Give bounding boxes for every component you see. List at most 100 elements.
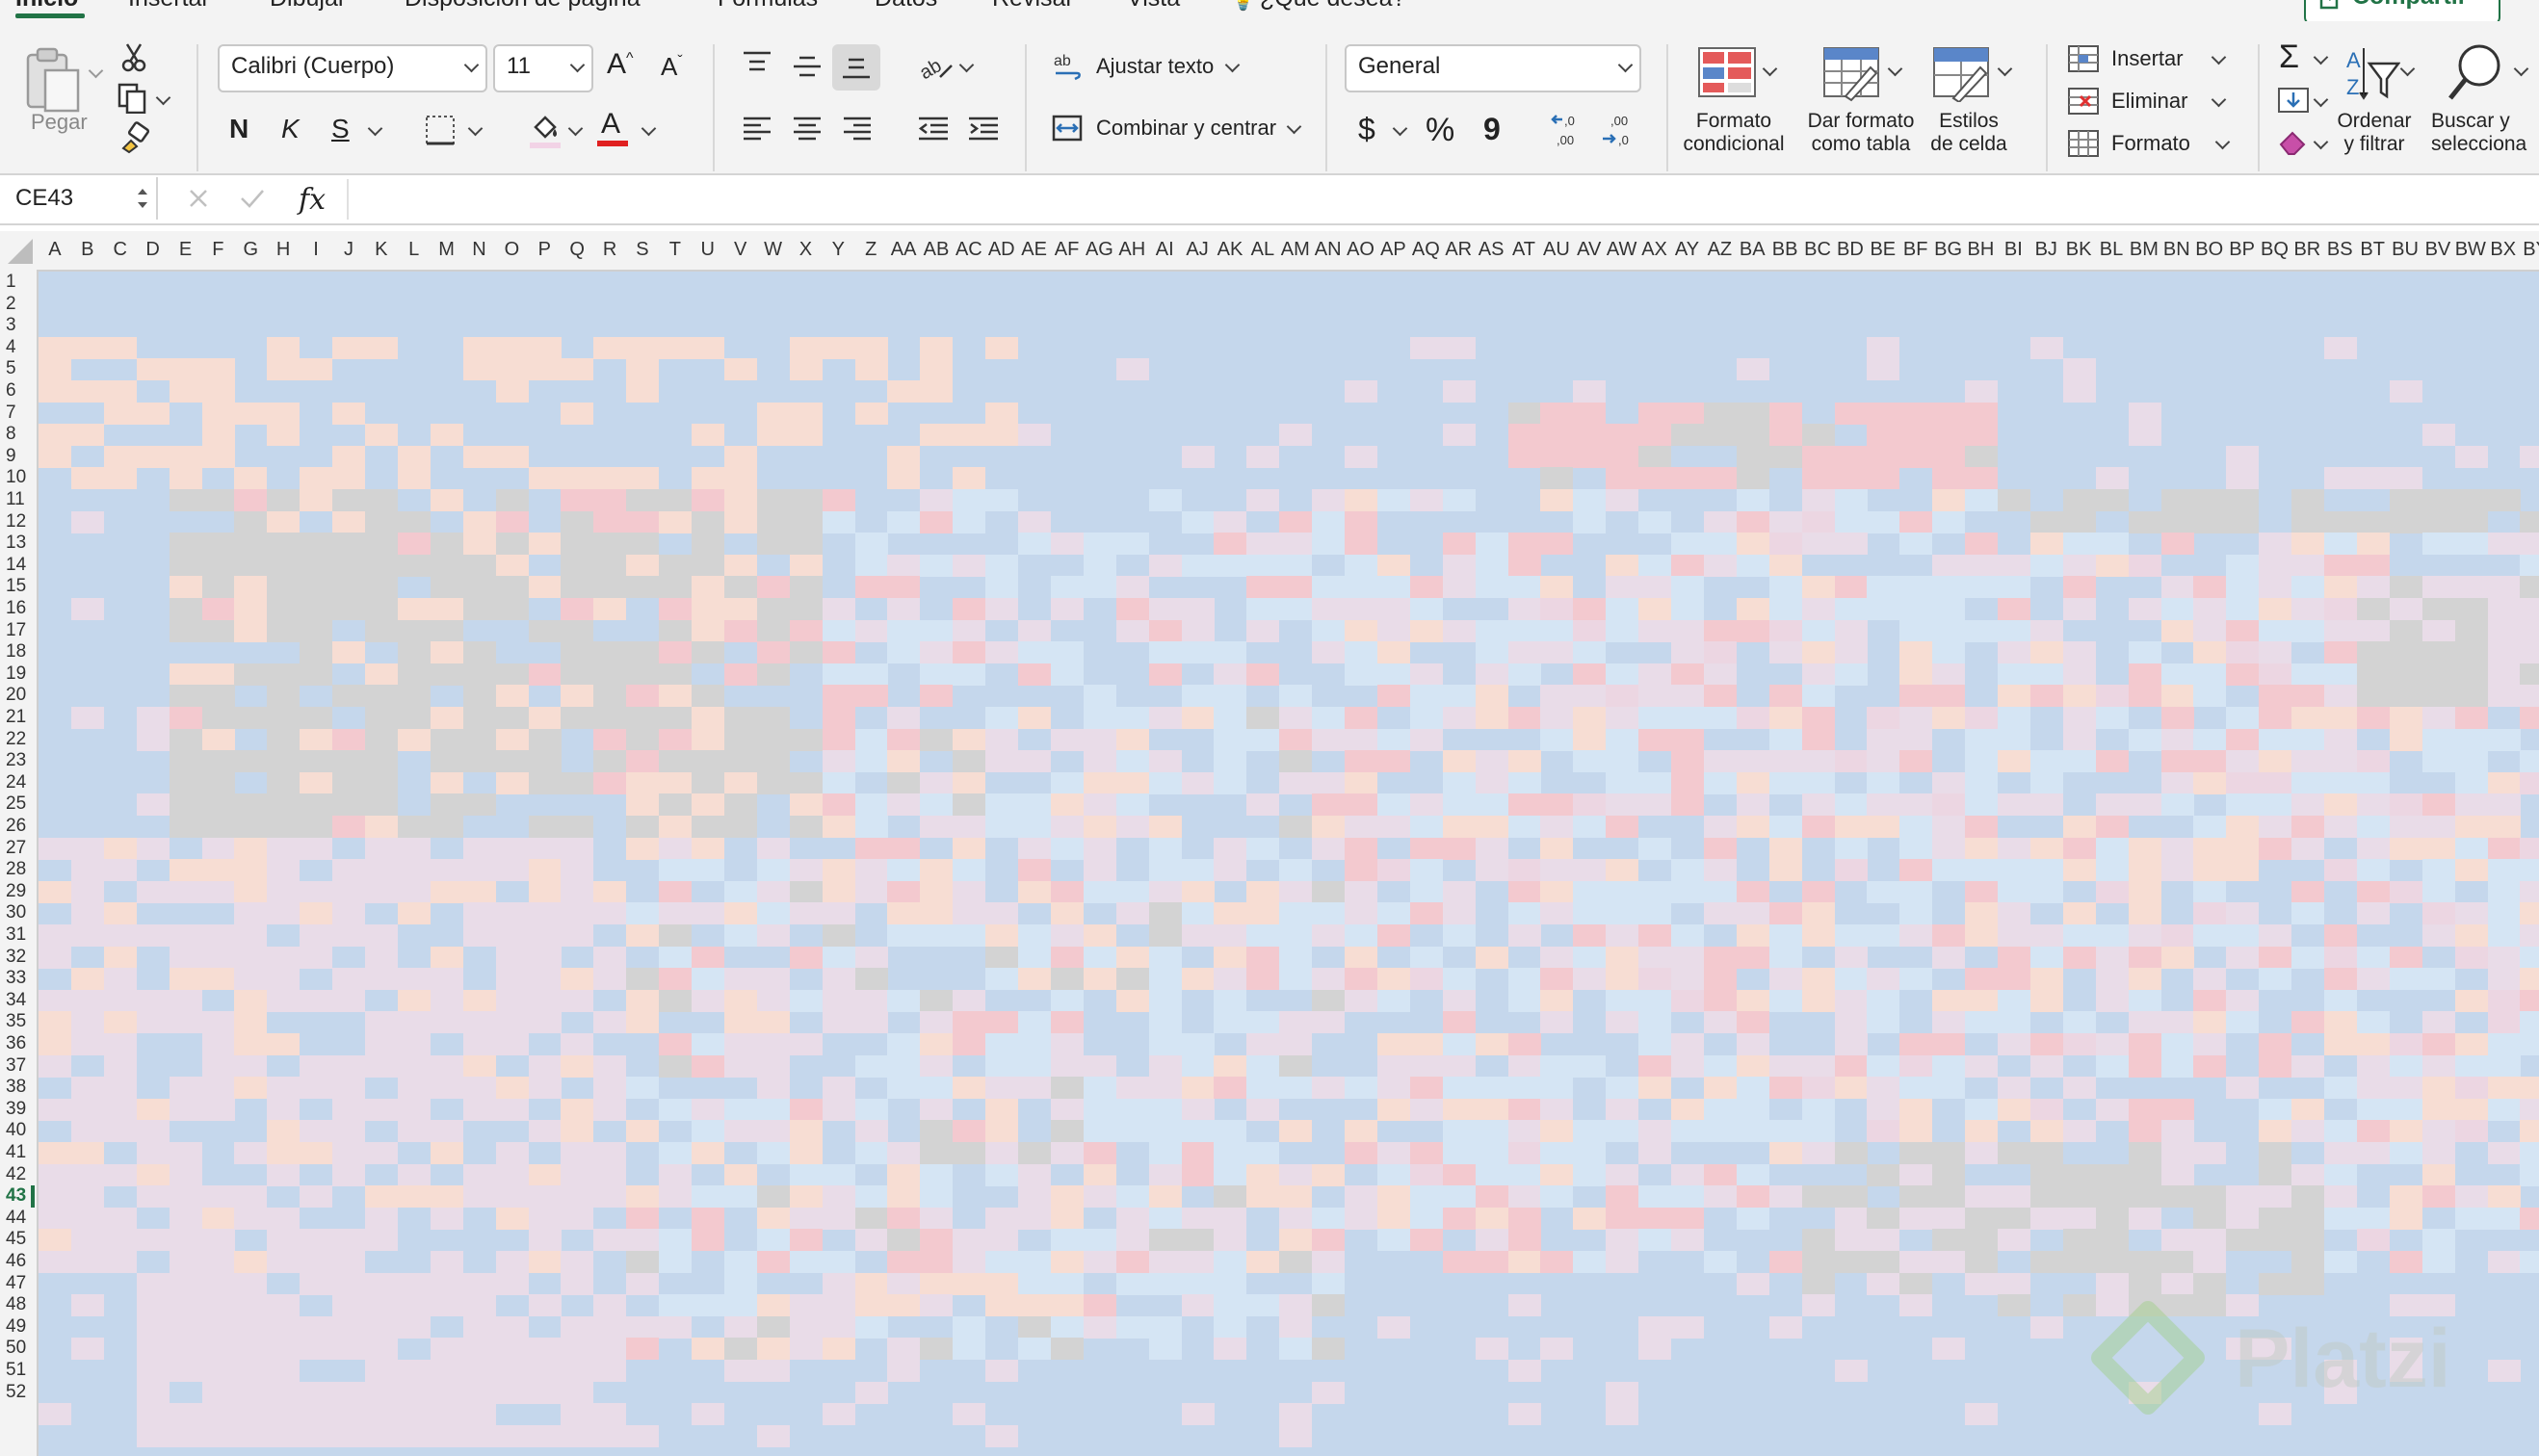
filled-cell[interactable] [2356, 880, 2390, 903]
filled-cell[interactable] [495, 685, 529, 708]
filled-cell[interactable] [528, 619, 562, 642]
filled-cell[interactable] [430, 1424, 463, 1447]
filled-cell[interactable] [70, 902, 104, 925]
filled-cell[interactable] [2193, 859, 2227, 882]
filled-cell[interactable] [1899, 1251, 1933, 1273]
filled-cell[interactable] [397, 554, 431, 577]
filled-cell[interactable] [39, 1054, 71, 1078]
filled-cell[interactable] [1345, 902, 1377, 925]
filled-cell[interactable] [300, 1185, 333, 1209]
filled-cell[interactable] [1573, 728, 1607, 751]
filled-cell[interactable] [1932, 924, 1966, 947]
filled-cell[interactable] [2226, 946, 2260, 969]
filled-cell[interactable] [1246, 1142, 1280, 1164]
filled-cell[interactable] [887, 1360, 921, 1382]
filled-cell[interactable] [1998, 750, 2030, 773]
filled-cell[interactable] [2356, 619, 2390, 642]
filled-cell[interactable] [723, 968, 757, 991]
cut-icon[interactable] [119, 42, 148, 73]
filled-cell[interactable] [593, 489, 627, 511]
filled-cell[interactable] [528, 816, 562, 838]
filled-cell[interactable] [2324, 1207, 2357, 1230]
filled-cell[interactable] [2421, 510, 2455, 533]
column-header[interactable]: AA [887, 239, 920, 261]
filled-cell[interactable] [1671, 1185, 1704, 1209]
filled-cell[interactable] [1834, 598, 1868, 620]
tab-vista[interactable]: Vista [1127, 0, 1180, 13]
filled-cell[interactable] [626, 771, 660, 794]
select-all-icon[interactable] [4, 235, 35, 266]
filled-cell[interactable] [462, 358, 496, 381]
filled-cell[interactable] [1867, 1054, 1900, 1078]
filled-cell[interactable] [1736, 924, 1769, 947]
filled-cell[interactable] [2160, 946, 2194, 969]
filled-cell[interactable] [723, 924, 757, 947]
filled-cell[interactable] [2226, 1185, 2260, 1209]
filled-cell[interactable] [1409, 837, 1443, 860]
filled-cell[interactable] [365, 1185, 398, 1209]
filled-cell[interactable] [789, 728, 823, 751]
filled-cell[interactable] [1050, 1120, 1084, 1143]
filled-cell[interactable] [136, 1381, 170, 1404]
filled-cell[interactable] [854, 619, 888, 642]
column-header[interactable]: AH [1115, 239, 1148, 261]
filled-cell[interactable] [234, 1077, 268, 1100]
filled-cell[interactable] [365, 489, 398, 511]
filled-cell[interactable] [723, 445, 757, 468]
filled-cell[interactable] [561, 1251, 594, 1273]
filled-cell[interactable] [1965, 1054, 1999, 1078]
filled-cell[interactable] [103, 924, 137, 947]
filled-cell[interactable] [756, 402, 790, 425]
filled-cell[interactable] [2029, 837, 2063, 860]
filled-cell[interactable] [234, 489, 268, 511]
filled-cell[interactable] [756, 880, 790, 903]
filled-cell[interactable] [1246, 1251, 1280, 1273]
filled-cell[interactable] [593, 1185, 627, 1209]
filled-cell[interactable] [985, 1077, 1019, 1100]
filled-cell[interactable] [2160, 771, 2194, 794]
filled-cell[interactable] [1899, 1185, 1933, 1209]
filled-cell[interactable] [2454, 1120, 2488, 1143]
filled-cell[interactable] [1279, 510, 1313, 533]
filled-cell[interactable] [561, 533, 594, 556]
filled-cell[interactable] [1442, 968, 1476, 991]
filled-cell[interactable] [1768, 445, 1802, 468]
column-header[interactable]: AM [1279, 239, 1312, 261]
filled-cell[interactable] [365, 1033, 398, 1055]
row-header[interactable]: 5 [0, 358, 35, 380]
filled-cell[interactable] [300, 1142, 333, 1164]
filled-cell[interactable] [756, 924, 790, 947]
filled-cell[interactable] [2324, 946, 2357, 969]
filled-cell[interactable] [1703, 750, 1737, 773]
filled-cell[interactable] [561, 510, 594, 533]
filled-cell[interactable] [1965, 402, 1999, 425]
filled-cell[interactable] [1834, 1185, 1868, 1209]
column-header[interactable]: BU [2389, 239, 2421, 261]
filled-cell[interactable] [234, 902, 268, 925]
filled-cell[interactable] [300, 1272, 333, 1295]
filled-cell[interactable] [2487, 1033, 2521, 1055]
filled-cell[interactable] [234, 1142, 268, 1164]
filled-cell[interactable] [2259, 1185, 2292, 1209]
filled-cell[interactable] [1638, 402, 1672, 425]
filled-cell[interactable] [2291, 685, 2325, 708]
filled-cell[interactable] [267, 1381, 301, 1404]
filled-cell[interactable] [2193, 837, 2227, 860]
filled-cell[interactable] [2454, 924, 2488, 947]
filled-cell[interactable] [626, 489, 660, 511]
filled-cell[interactable] [397, 663, 431, 686]
filled-cell[interactable] [1965, 467, 1999, 490]
filled-cell[interactable] [1736, 619, 1769, 642]
filled-cell[interactable] [462, 1315, 496, 1339]
filled-cell[interactable] [985, 1294, 1019, 1317]
filled-cell[interactable] [626, 1424, 660, 1447]
filled-cell[interactable] [39, 1229, 71, 1252]
filled-cell[interactable] [626, 1315, 660, 1339]
filled-cell[interactable] [495, 728, 529, 751]
filled-cell[interactable] [1442, 1098, 1476, 1121]
filled-cell[interactable] [854, 402, 888, 425]
filled-cell[interactable] [789, 1315, 823, 1339]
filled-cell[interactable] [103, 1033, 137, 1055]
filled-cell[interactable] [365, 1229, 398, 1252]
align-left-icon[interactable] [742, 116, 772, 143]
